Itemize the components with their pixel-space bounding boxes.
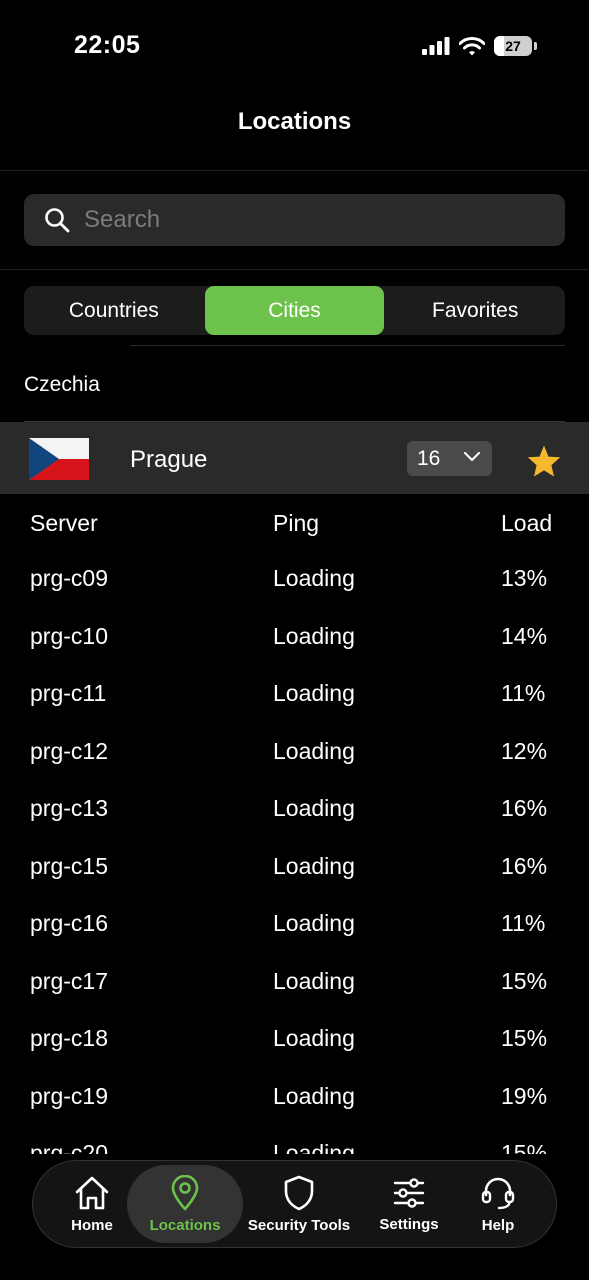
shield-icon [284, 1175, 314, 1210]
server-ping: Loading [273, 1140, 355, 1154]
server-count: 16 [417, 446, 441, 470]
server-load: 15% [501, 968, 548, 994]
server-name: prg-c09 [30, 565, 108, 591]
server-load: 15% [501, 1025, 548, 1051]
city-row-prague[interactable]: Prague 16 [0, 422, 589, 494]
server-load: 16% [501, 853, 548, 879]
tab-label: Locations [149, 1216, 221, 1234]
status-bar: 22:05 27 [0, 0, 589, 96]
header-ping: Ping [273, 510, 320, 536]
server-ping: Loading [273, 795, 355, 821]
status-time: 22:05 [74, 31, 141, 59]
server-ping: Loading [273, 853, 355, 879]
server-name: prg-c12 [30, 738, 108, 764]
server-name: prg-c11 [30, 680, 107, 706]
chevron-down-icon [464, 452, 480, 461]
page-title: Locations [237, 108, 352, 135]
battery-level: 27 [505, 38, 521, 54]
server-name: prg-c17 [30, 968, 108, 994]
server-ping: Loading [273, 680, 355, 706]
country-section-header: Czechia [24, 373, 100, 396]
server-load: 19% [501, 1083, 548, 1109]
home-icon [75, 1176, 109, 1209]
server-name: prg-c18 [30, 1025, 108, 1051]
tab-locations[interactable]: Locations [127, 1165, 243, 1243]
server-load: 14% [501, 623, 548, 649]
server-name: prg-c16 [30, 910, 108, 936]
search-input[interactable] [82, 205, 526, 235]
czech-flag-icon [29, 438, 89, 480]
server-count-dropdown[interactable]: 16 [407, 441, 492, 476]
tab-label: Settings [379, 1215, 439, 1233]
server-load: 12% [501, 738, 548, 764]
tab-countries[interactable]: Countries [24, 286, 204, 335]
server-name: prg-c19 [30, 1083, 108, 1109]
search-bar[interactable] [24, 194, 565, 246]
server-ping: Loading [273, 1083, 355, 1109]
server-ping: Loading [273, 565, 355, 591]
server-load: 15% [501, 1140, 548, 1154]
tab-favorites[interactable]: Favorites [385, 286, 565, 335]
tab-label: Help [481, 1216, 515, 1234]
segment-divider [130, 345, 565, 346]
tab-security-tools[interactable]: Security Tools [245, 1161, 353, 1247]
server-ping: Loading [273, 910, 355, 936]
location-type-segmented-control: Countries Cities Favorites [24, 286, 565, 335]
server-load: 16% [501, 795, 548, 821]
server-ping: Loading [273, 738, 355, 764]
server-name: prg-c10 [30, 623, 108, 649]
tab-help[interactable]: Help [463, 1161, 533, 1247]
server-name: prg-c13 [30, 795, 108, 821]
header-server: Server [30, 510, 98, 536]
server-table: Server Ping Load prg-c09 Loading 13% prg… [0, 494, 589, 1154]
server-name: prg-c15 [30, 853, 108, 879]
wifi-icon [459, 36, 485, 55]
location-pin-icon [171, 1174, 199, 1210]
server-load: 13% [501, 565, 548, 591]
sliders-icon [393, 1177, 425, 1208]
server-load: 11% [501, 680, 546, 706]
server-ping: Loading [273, 623, 355, 649]
favorite-star-icon[interactable] [526, 444, 562, 478]
server-load: 11% [501, 910, 546, 936]
tab-label: Home [71, 1216, 113, 1234]
search-divider [0, 269, 589, 270]
server-name: prg-c20 [30, 1140, 108, 1154]
server-ping: Loading [273, 1025, 355, 1051]
header-load: Load [501, 510, 553, 536]
search-icon [45, 208, 70, 233]
tab-cities[interactable]: Cities [204, 286, 385, 335]
battery-icon: 27 [494, 36, 532, 56]
tab-label: Security Tools [247, 1216, 351, 1234]
tab-home[interactable]: Home [59, 1161, 125, 1247]
header-divider [0, 170, 589, 171]
tab-settings[interactable]: Settings [373, 1161, 445, 1247]
bottom-tab-bar: Home Locations Security Tools Settings H… [32, 1160, 557, 1248]
battery-nub [534, 42, 537, 50]
cellular-signal-icon [422, 37, 450, 55]
headset-icon [481, 1177, 515, 1209]
status-icons: 27 [422, 36, 537, 56]
server-ping: Loading [273, 968, 355, 994]
city-name: Prague [130, 446, 208, 473]
